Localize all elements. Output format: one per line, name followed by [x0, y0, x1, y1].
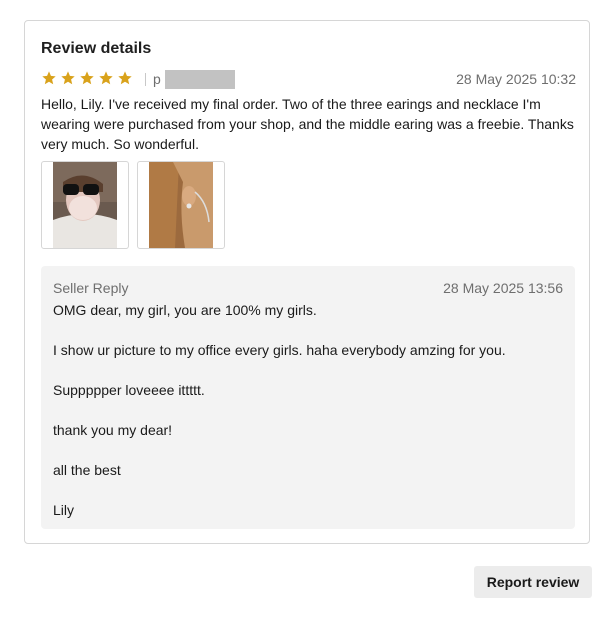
photo-thumbnail-2	[149, 162, 213, 248]
seller-reply-label: Seller Reply	[53, 280, 129, 296]
reviewer-name: p	[153, 71, 161, 87]
star-rating	[41, 70, 133, 86]
reply-line: Suppppper loveeee ittttt.	[53, 382, 205, 398]
review-date: 28 May 2025 10:32	[456, 71, 576, 87]
reply-line: all the best	[53, 462, 121, 478]
review-photo-2[interactable]	[137, 161, 225, 249]
review-details-title: Review details	[41, 40, 152, 57]
meta-divider	[145, 73, 146, 86]
review-photo-1[interactable]	[41, 161, 129, 249]
reply-line: OMG dear, my girl, you are 100% my girls…	[53, 302, 317, 318]
star-icon	[80, 71, 94, 85]
photo-thumbnail-1	[53, 162, 117, 248]
star-icon	[61, 71, 75, 85]
star-icon	[42, 71, 56, 85]
review-meta-row: p 28 May 2025 10:32	[41, 70, 576, 89]
redacted-name-block	[165, 70, 235, 89]
review-text: Hello, Lily. I've received my final orde…	[41, 96, 574, 152]
seller-reply-date: 28 May 2025 13:56	[443, 280, 563, 296]
reply-line: I show ur picture to my office every gir…	[53, 342, 506, 358]
review-details-card: Review details p 28 May 2025 10:32 Hello…	[24, 20, 590, 544]
reply-line: thank you my dear!	[53, 422, 173, 438]
seller-reply: Seller Reply 28 May 2025 13:56 OMG dear,…	[41, 266, 575, 529]
star-icon	[99, 71, 113, 85]
star-icon	[118, 71, 132, 85]
report-review-button[interactable]: Report review	[474, 566, 592, 598]
reply-line: Lily	[53, 502, 75, 518]
review-photos	[41, 161, 225, 249]
seller-reply-text: OMG dear, my girl, you are 100% my girls…	[53, 300, 563, 540]
